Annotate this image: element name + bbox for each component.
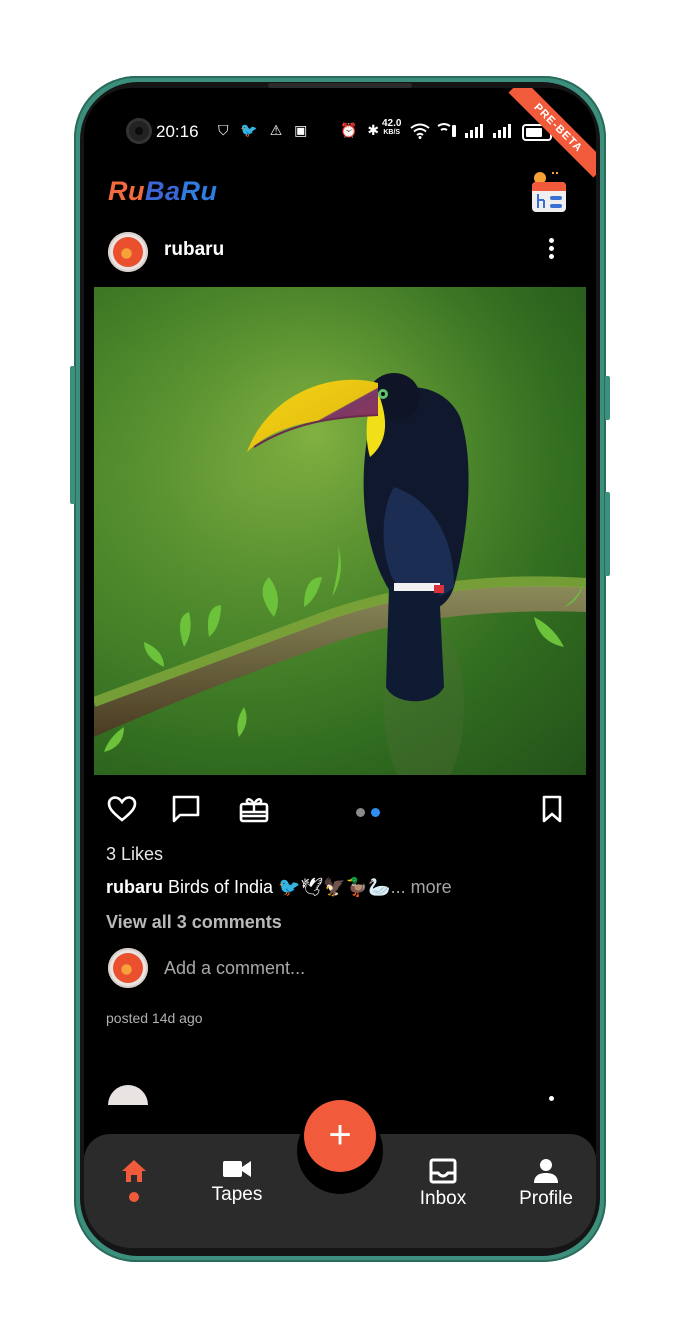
post-author-avatar[interactable] — [108, 232, 148, 272]
nav-home[interactable] — [89, 1158, 179, 1202]
volume-button — [70, 366, 75, 504]
notification-icons: ⛉ 🐦 ⚠ ▣ — [218, 122, 312, 138]
post-caption: rubaru Birds of India 🐦🕊🦅🦆🦢... more — [106, 877, 452, 898]
nav-tapes[interactable]: Tapes — [192, 1158, 282, 1206]
nav-profile-label: Profile — [519, 1188, 573, 1209]
active-tab-indicator — [129, 1192, 139, 1202]
post-image[interactable] — [94, 287, 586, 775]
nav-tapes-label: Tapes — [211, 1184, 263, 1205]
video-camera-icon — [223, 1161, 251, 1177]
next-post-avatar[interactable] — [108, 1085, 148, 1105]
inbox-icon — [429, 1158, 457, 1184]
carousel-dot — [356, 808, 365, 817]
add-comment-field[interactable]: Add a comment... — [164, 958, 305, 979]
next-post-options-icon[interactable] — [549, 1096, 554, 1101]
logo-part-2: Ba — [145, 176, 181, 206]
status-time: 20:16 — [156, 122, 199, 141]
post-author-name[interactable]: rubaru — [164, 239, 224, 261]
create-post-button[interactable]: + — [304, 1100, 376, 1172]
network-speed: 42.0 KB/S — [382, 119, 401, 137]
nav-profile[interactable]: Profile — [501, 1158, 591, 1210]
view-all-comments-link[interactable]: View all 3 comments — [106, 912, 282, 933]
bookmark-icon[interactable] — [536, 793, 568, 825]
post-timestamp: posted 14d ago — [106, 1010, 203, 1026]
likes-count[interactable]: 3 Likes — [106, 844, 163, 865]
logo-part-3: Ru — [180, 176, 218, 206]
home-icon — [122, 1160, 146, 1182]
comment-icon[interactable] — [170, 793, 202, 825]
nav-inbox[interactable]: Inbox — [398, 1158, 488, 1210]
network-speed-value: 42.0 — [382, 118, 402, 129]
toucan-illustration — [94, 287, 586, 775]
alert-slider — [605, 492, 610, 576]
status-bar: 20:16 ⛉ 🐦 ⚠ ▣ ⏰ ✱ 42.0 KB/S — [84, 114, 596, 150]
post-options-icon[interactable] — [546, 238, 556, 264]
person-icon — [534, 1159, 558, 1183]
app-logo[interactable]: RuBaRu — [108, 176, 218, 207]
nav-inbox-label: Inbox — [419, 1188, 467, 1209]
power-button — [605, 376, 610, 420]
network-speed-unit: KB/S — [383, 129, 401, 136]
signal-icon-1 — [465, 124, 483, 138]
current-user-avatar — [108, 948, 148, 988]
signal-icon-2 — [493, 124, 511, 138]
caption-more-link[interactable]: ... more — [391, 877, 452, 897]
carousel-dot-active — [371, 808, 380, 817]
wifi-icon — [410, 123, 430, 139]
wifi-calling-icon — [437, 123, 456, 137]
logo-part-1: Ru — [108, 176, 145, 206]
system-icons: ⏰ ✱ — [340, 122, 383, 138]
caption-username[interactable]: rubaru — [106, 877, 163, 897]
carousel-indicator — [356, 804, 386, 822]
front-camera — [126, 118, 152, 144]
caption-text: Birds of India 🐦🕊🦅🦆🦢 — [163, 877, 391, 897]
gift-card-icon[interactable] — [238, 793, 270, 825]
like-heart-icon[interactable] — [106, 793, 138, 825]
games-icon[interactable] — [530, 170, 568, 214]
phone-screen: 20:16 ⛉ 🐦 ⚠ ▣ ⏰ ✱ 42.0 KB/S PRE-BETA RuB… — [84, 88, 596, 1248]
